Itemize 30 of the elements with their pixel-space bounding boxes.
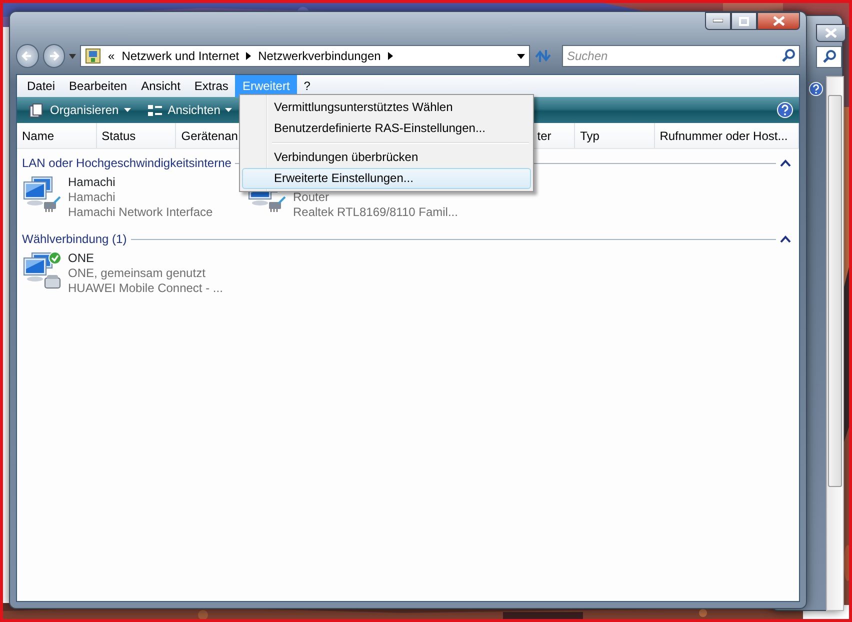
toolbar-button[interactable]: Organisieren xyxy=(23,99,137,121)
menu-item[interactable]: Ansicht xyxy=(134,75,188,97)
toolbar-button[interactable]: Ansichten xyxy=(140,99,238,121)
column-header[interactable]: Name xyxy=(17,123,97,148)
menu-item[interactable]: Bearbeiten xyxy=(62,75,134,97)
menu-item[interactable]: ? xyxy=(296,75,318,97)
group-header[interactable]: Wählverbindung (1) xyxy=(22,230,127,248)
device-name: HUAWEI Mobile Connect - ... xyxy=(68,281,223,296)
menu-item[interactable]: Vermittlungsunterstütztes Wählen xyxy=(242,97,531,118)
connection-status: ONE, gemeinsam genutzt xyxy=(68,266,206,281)
device-name: Realtek RTL8169/8110 Famil... xyxy=(293,205,458,220)
breadcrumb[interactable]: Netzwerk und Internet xyxy=(122,47,240,65)
group-header[interactable]: LAN oder Hochgeschwindigkeitsinterne xyxy=(22,154,232,172)
connection-name[interactable]: ONE xyxy=(68,251,223,266)
column-header[interactable]: Status xyxy=(96,123,176,148)
menu-item[interactable]: Datei xyxy=(20,75,62,97)
connection-status: Router xyxy=(293,190,330,205)
connection-status: Hamachi xyxy=(68,190,116,205)
address-field[interactable]: « Netzwerk und Internet Netzwerkverbindungen xyxy=(80,45,530,67)
menu-item[interactable]: Benutzerdefinierte RAS-Einstellungen... xyxy=(242,118,531,139)
menu-item[interactable]: Extras xyxy=(187,75,236,97)
connection-name[interactable]: Hamachi xyxy=(68,175,213,190)
search-field[interactable]: Suchen xyxy=(562,45,800,67)
device-name: Hamachi Network Interface xyxy=(68,205,213,220)
breadcrumb-prefix[interactable]: « xyxy=(108,47,115,65)
menu-item[interactable]: Erweiterte Einstellungen... xyxy=(242,168,531,189)
column-header[interactable]: Rufnummer oder Host... xyxy=(654,123,799,148)
menu-item[interactable]: Verbindungen überbrücken xyxy=(242,147,531,168)
breadcrumb[interactable]: Netzwerkverbindungen xyxy=(258,47,381,65)
column-header[interactable]: Typ xyxy=(575,123,655,148)
